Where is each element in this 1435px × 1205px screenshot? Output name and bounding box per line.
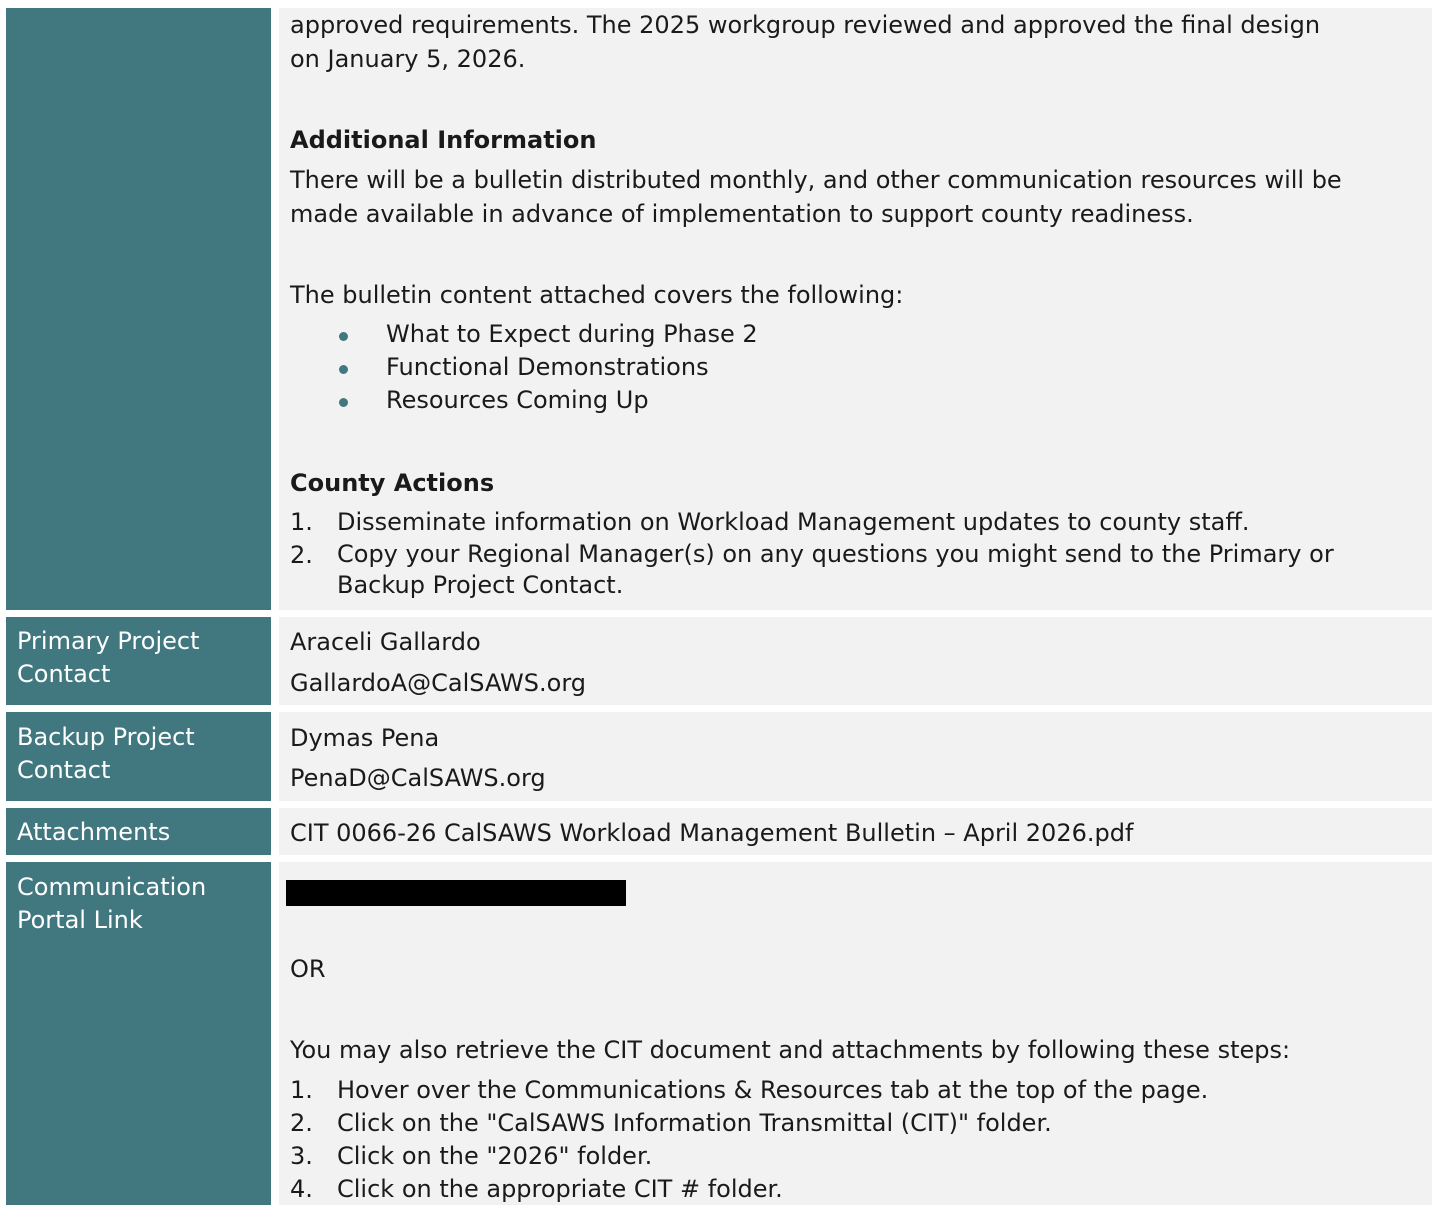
portal-steps-list: 1. Hover over the Communications & Resour… (290, 1074, 1208, 1205)
bulletin-topics-list: What to Expect during Phase 2 Functional… (290, 318, 758, 417)
backup-contact-name: Dymas Pena (290, 724, 440, 752)
primary-contact-name: Araceli Gallardo (290, 628, 481, 656)
list-number: 4. (290, 1175, 313, 1203)
bullet-icon (339, 365, 348, 374)
list-item: What to Expect during Phase 2 (290, 318, 758, 351)
backup-contact-label: Backup Project Contact (6, 712, 271, 801)
attachments-label: Attachments (6, 808, 271, 855)
list-number: 2. (290, 541, 313, 569)
label-line: Portal Link (17, 906, 143, 934)
county-actions-list: 1. Disseminate information on Workload M… (290, 506, 1334, 601)
additional-info-heading: Additional Information (290, 126, 597, 154)
step-text: Click on the appropriate CIT # folder. (337, 1175, 783, 1203)
portal-label: Communication Portal Link (6, 862, 271, 1205)
details-content-cell: approved requirements. The 2025 workgrou… (279, 8, 1432, 610)
list-number: 2. (290, 1109, 313, 1137)
county-actions-heading: County Actions (290, 469, 495, 497)
action-text: Copy your Regional Manager(s) on any que… (337, 540, 1334, 568)
intro-line-1: approved requirements. The 2025 workgrou… (290, 11, 1321, 39)
bullet-text: Resources Coming Up (386, 386, 649, 414)
list-number: 1. (290, 1076, 313, 1104)
attachment-file-link[interactable]: CIT 0066-26 CalSAWS Workload Management … (290, 816, 1133, 850)
list-item: 1. Disseminate information on Workload M… (290, 506, 1334, 539)
list-item: 1. Hover over the Communications & Resour… (290, 1074, 1208, 1107)
intro-line-2: on January 5, 2026. (290, 45, 526, 73)
backup-contact-email[interactable]: PenaD@CalSAWS.org (290, 761, 546, 795)
backup-contact-row: Backup Project Contact Dymas Pena PenaD@… (6, 712, 1432, 801)
list-number: 1. (290, 508, 313, 536)
portal-content: OR You may also retrieve the CIT documen… (279, 862, 1432, 1205)
label-line: Contact (17, 756, 111, 784)
action-text: Backup Project Contact. (337, 571, 624, 599)
primary-contact-label: Primary Project Contact (6, 617, 271, 705)
bullet-text: Functional Demonstrations (386, 353, 709, 381)
step-text: Hover over the Communications & Resource… (337, 1076, 1209, 1104)
list-item: 2. Copy your Regional Manager(s) on any … (290, 539, 1334, 601)
action-text: Disseminate information on Workload Mana… (337, 508, 1250, 536)
additional-info-line-2: made available in advance of implementat… (290, 200, 1194, 228)
label-line: Attachments (17, 818, 171, 846)
attachments-row: Attachments CIT 0066-26 CalSAWS Workload… (6, 808, 1432, 855)
bullet-icon (339, 398, 348, 407)
bullet-icon (339, 332, 348, 341)
primary-contact-content: Araceli Gallardo GallardoA@CalSAWS.org (279, 617, 1432, 705)
additional-info-line-1: There will be a bulletin distributed mon… (290, 166, 1342, 194)
steps-intro: You may also retrieve the CIT document a… (290, 1036, 1291, 1064)
bulletin-intro: The bulletin content attached covers the… (290, 281, 904, 309)
or-text: OR (290, 955, 326, 983)
details-row: approved requirements. The 2025 workgrou… (6, 8, 1432, 610)
step-text: Click on the "CalSAWS Information Transm… (337, 1109, 1052, 1137)
primary-contact-email[interactable]: GallardoA@CalSAWS.org (290, 666, 586, 700)
portal-row: Communication Portal Link OR You may als… (6, 862, 1432, 1205)
details-label-cell (6, 8, 271, 610)
redacted-portal-link (286, 880, 626, 906)
primary-contact-row: Primary Project Contact Araceli Gallardo… (6, 617, 1432, 705)
list-item: 3. Click on the "2026" folder. (290, 1140, 1208, 1173)
list-item: 4. Click on the appropriate CIT # folder. (290, 1173, 1208, 1205)
bullet-text: What to Expect during Phase 2 (386, 320, 758, 348)
label-line: Backup Project (17, 723, 195, 751)
attachments-content: CIT 0066-26 CalSAWS Workload Management … (279, 808, 1432, 855)
list-number: 3. (290, 1142, 313, 1170)
label-line: Primary Project (17, 627, 200, 655)
list-item: 2. Click on the "CalSAWS Information Tran… (290, 1107, 1208, 1140)
label-line: Communication (17, 873, 207, 901)
backup-contact-content: Dymas Pena PenaD@CalSAWS.org (279, 712, 1432, 801)
step-text: Click on the "2026" folder. (337, 1142, 653, 1170)
list-item: Resources Coming Up (290, 384, 758, 417)
list-item: Functional Demonstrations (290, 351, 758, 384)
label-line: Contact (17, 660, 111, 688)
